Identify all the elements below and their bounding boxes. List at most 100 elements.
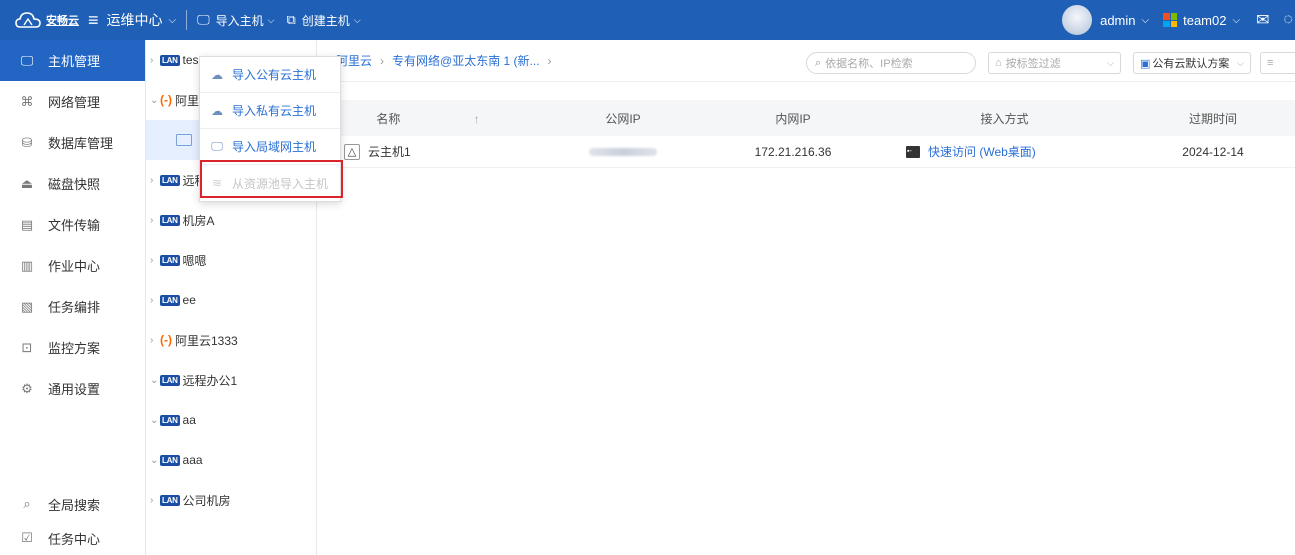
column-settings-button[interactable]: ≡ <box>1260 52 1295 74</box>
scheme-select[interactable]: ▣ 公有云默认方案 ⌵ <box>1133 52 1251 74</box>
monitor-icon: 🖵 <box>20 52 34 68</box>
message-icon[interactable]: ✉ <box>1256 10 1269 30</box>
hamburger-menu-icon[interactable]: ≡ <box>88 10 99 31</box>
sidebar-item-label: 文件传输 <box>48 218 101 233</box>
gear-icon: ⚙ <box>21 380 33 396</box>
tree-item[interactable]: › LAN ee <box>146 280 316 320</box>
sidebar-item-task-center[interactable]: ☑ 任务中心 <box>0 521 145 555</box>
tree-item[interactable]: ⌄ LAN aa <box>146 400 316 440</box>
chevron-down-icon[interactable]: ⌄ <box>150 455 160 466</box>
cell-name: △ 云主机1 <box>318 143 538 160</box>
sidebar-item-label: 数据库管理 <box>48 136 114 151</box>
chevron-down-icon[interactable]: ⌄ <box>150 95 160 106</box>
col-name[interactable]: 名称 ↑ <box>318 110 538 127</box>
tag-filter-select[interactable]: ⌂ 按标签过滤 ⌵ <box>988 52 1121 74</box>
chevron-down-icon: ⌵ <box>1107 57 1114 68</box>
tree-item-label: tes <box>182 53 199 67</box>
lan-icon: LAN <box>160 254 180 266</box>
sidebar-item-label: 监控方案 <box>48 341 101 356</box>
top-right-area: admin ⌵ team02 ⌵ ✉ ◌ <box>1062 5 1295 35</box>
sidebar-item-global-search[interactable]: ⌕ 全局搜索 <box>0 487 145 521</box>
logo-text: 安畅云 <box>46 15 79 27</box>
host-name[interactable]: 云主机1 <box>368 143 411 160</box>
create-host-menu[interactable]: ⧉ 创建主机 ⌵ <box>287 12 361 29</box>
sidebar-item-host-management[interactable]: 🖵 主机管理 <box>0 40 145 81</box>
chevron-right-icon[interactable]: › <box>150 495 160 506</box>
chevron-down-icon: ⌵ <box>1237 57 1244 68</box>
sidebar-item-snapshot[interactable]: ⏏ 磁盘快照 <box>0 163 145 204</box>
chevron-right-icon[interactable]: › <box>150 215 160 226</box>
sidebar-item-label: 主机管理 <box>48 54 101 69</box>
sidebar-item-monitoring[interactable]: ⊡ 监控方案 <box>0 327 145 368</box>
tree-item-label: 嗯嗯 <box>182 253 207 268</box>
breadcrumb-item[interactable]: 阿里云 <box>336 52 372 69</box>
tree-item-label: 阿里 <box>175 93 200 108</box>
chevron-down-icon[interactable]: ⌄ <box>150 415 160 426</box>
breadcrumb-item[interactable]: 专有网络@亚太东南 1 (新... <box>392 52 540 69</box>
tree-item[interactable]: › LAN 机房A <box>146 200 316 240</box>
col-public-ip: 公网IP <box>605 111 641 126</box>
sidebar-bottom: ⌕ 全局搜索 ☑ 任务中心 <box>0 487 145 555</box>
chevron-right-icon[interactable]: › <box>150 175 160 186</box>
breadcrumb: 阿里云 › 专有网络@亚太东南 1 (新... › <box>336 52 560 69</box>
sidebar-item-database[interactable]: ⛁ 数据库管理 <box>0 122 145 163</box>
chevron-down-icon[interactable]: ⌄ <box>150 375 160 386</box>
sort-arrow-icon[interactable]: ↑ <box>474 112 480 126</box>
sidebar-item-label: 作业中心 <box>48 259 101 274</box>
import-lan-host-item[interactable]: 🖵 导入局域网主机 <box>200 129 340 165</box>
sidebar-item-network[interactable]: ⌘ 网络管理 <box>0 81 145 122</box>
monitor-chart-icon: ⊡ <box>21 339 33 355</box>
team-menu[interactable]: team02 ⌵ <box>1163 13 1240 28</box>
table-row[interactable]: △ 云主机1 172.21.216.36 ▪- 快速访问 (Web桌面) 202… <box>318 136 1295 168</box>
cell-private-ip: 172.21.216.36 <box>754 144 832 159</box>
sidebar-item-file-transfer[interactable]: ▤ 文件传输 <box>0 204 145 245</box>
tree-item[interactable]: › LAN 嗯嗯 <box>146 240 316 280</box>
search-input[interactable]: ⌕ 依据名称、IP检索 <box>806 52 976 74</box>
avatar[interactable] <box>1062 5 1093 35</box>
chevron-down-icon: ⌵ <box>353 14 361 25</box>
tree-item[interactable]: › (-) 阿里云1333 <box>146 320 316 360</box>
user-menu[interactable]: admin ⌵ <box>1100 13 1149 28</box>
cloud-icon: ☁ <box>211 67 223 82</box>
import-host-label: 导入主机 <box>215 13 264 28</box>
tree-item[interactable]: ⌄ LAN aaa <box>146 440 316 480</box>
cloud-logo-icon <box>15 12 41 28</box>
cell-access[interactable]: ▪- 快速访问 (Web桌面) <box>878 143 1131 160</box>
file-transfer-icon: ▤ <box>20 216 34 232</box>
sidebar-item-settings[interactable]: ⚙ 通用设置 <box>0 368 145 409</box>
search-icon: ⌕ <box>815 56 822 69</box>
chevron-right-icon[interactable]: › <box>150 335 160 346</box>
network-icon: ⌘ <box>20 93 34 109</box>
breadcrumb-separator: › <box>547 53 552 68</box>
host-table: 名称 ↑ 公网IP 内网IP 接入方式 过期时间 △ 云主机1 172.21.2… <box>318 100 1295 168</box>
chevron-right-icon[interactable]: › <box>150 255 160 266</box>
divider <box>186 10 188 30</box>
import-monitor-icon: 🖵 <box>197 12 210 27</box>
import-public-cloud-item[interactable]: ☁ 导入公有云主机 <box>200 57 340 93</box>
tree-item[interactable]: ⌄ LAN 远程办公1 <box>146 360 316 400</box>
dropdown-item-label: 导入私有云主机 <box>232 104 317 118</box>
sidebar-item-jobs[interactable]: ▥ 作业中心 <box>0 245 145 286</box>
aliyun-icon: (-) <box>160 333 172 347</box>
lan-icon: LAN <box>160 174 180 186</box>
logo[interactable]: 安畅云 <box>14 9 84 31</box>
ops-center-menu[interactable]: 运维中心 ⌵ <box>107 10 177 30</box>
support-icon[interactable]: ◌ <box>1283 11 1293 29</box>
breadcrumb-separator: › <box>380 53 385 68</box>
col-name-label: 名称 <box>376 111 401 126</box>
sidebar-item-tasks[interactable]: ▧ 任务编排 <box>0 286 145 327</box>
import-host-menu[interactable]: 🖵 导入主机 ⌵ <box>197 12 274 29</box>
linux-icon: △ <box>344 143 360 160</box>
lan-icon: LAN <box>160 454 180 466</box>
chevron-right-icon[interactable]: › <box>150 295 160 306</box>
lan-icon: LAN <box>160 54 180 66</box>
top-bar: 安畅云 ≡ 运维中心 ⌵ 🖵 导入主机 ⌵ ⧉ 创建主机 ⌵ admin ⌵ t… <box>0 0 1295 40</box>
access-link[interactable]: 快速访问 (Web桌面) <box>928 143 1036 160</box>
import-from-pool-item[interactable]: ≋ 从资源池导入主机 <box>200 165 340 201</box>
terminal-icon: ▪- <box>906 145 920 158</box>
chevron-right-icon[interactable]: › <box>150 55 160 66</box>
lan-icon: LAN <box>160 294 180 306</box>
sidebar-item-label: 任务中心 <box>48 531 101 547</box>
import-private-cloud-item[interactable]: ☁ 导入私有云主机 <box>200 93 340 129</box>
tree-item[interactable]: › LAN 公司机房 <box>146 480 316 520</box>
